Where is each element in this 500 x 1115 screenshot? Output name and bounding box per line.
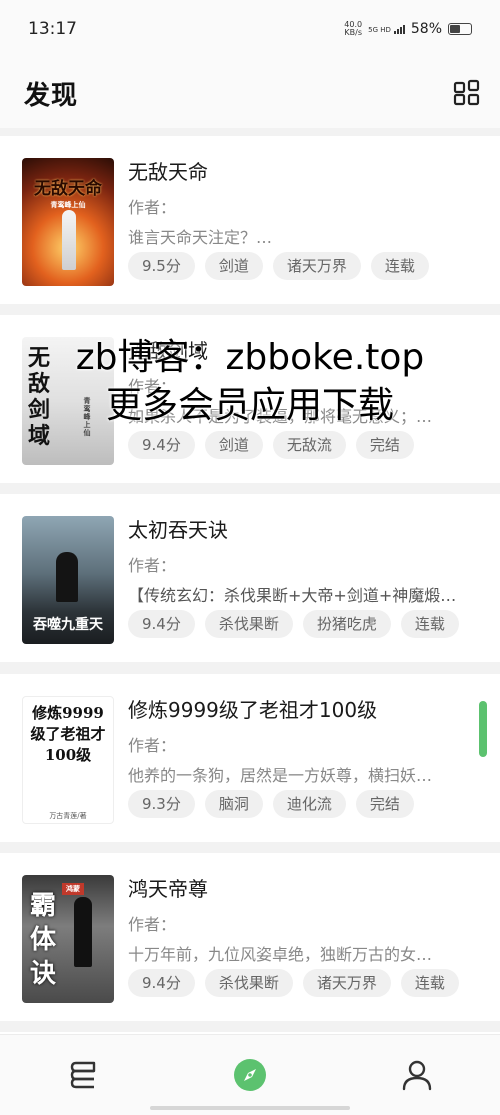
- book-description: 谁言天命天注定？…: [128, 228, 273, 247]
- book-title: 修炼9999级了老祖才100级: [128, 698, 378, 722]
- layout-toggle-button[interactable]: [452, 78, 482, 108]
- status-tag: 完结: [355, 431, 414, 459]
- status-tag: 完结: [355, 790, 414, 818]
- tag-list: 9.4分 剑道 无敌流 完结: [128, 431, 414, 459]
- book-description: 十万年前，九位风姿卓绝，独断万古的女…: [128, 945, 433, 964]
- book-card[interactable]: 无敌天命 青鸾峰上仙 无敌天命 作者： 谁言天命天注定？… 9.5分 剑道 诸天…: [0, 136, 500, 304]
- tag-list: 9.4分 杀伐果断 诸天万界 连载: [128, 969, 459, 997]
- book-author: 作者：: [128, 736, 177, 755]
- network-speed-unit: KB/s: [344, 28, 362, 37]
- home-indicator[interactable]: [150, 1106, 350, 1110]
- bookshelf-icon: [70, 1061, 96, 1089]
- genre-tag: 诸天万界: [302, 969, 391, 997]
- genre-tag: 杀伐果断: [204, 610, 293, 638]
- book-card[interactable]: 霸体诀 鸿蒙 鸿天帝尊 作者： 十万年前，九位风姿卓绝，独断万古的女… 9.4分…: [0, 853, 500, 1021]
- cover-title: 无敌天命: [34, 179, 102, 199]
- book-description: 他养的一条狗，居然是一方妖尊，横扫妖…: [128, 766, 433, 785]
- status-time: 13:17: [28, 19, 77, 39]
- network-speed: 40.0 KB/s: [344, 21, 362, 37]
- nav-profile[interactable]: [397, 1055, 437, 1095]
- book-cover[interactable]: 无敌剑域 青鸾峰上仙: [22, 337, 114, 465]
- genre-tag: 无敌流: [272, 431, 346, 459]
- genre-tag: 扮猪吃虎: [302, 610, 391, 638]
- bottom-nav: [0, 1034, 500, 1115]
- cover-title: 修炼9999级了老祖才100级: [30, 704, 106, 764]
- book-title: 无敌剑域: [128, 339, 208, 363]
- scrollbar-thumb[interactable]: [479, 701, 487, 757]
- cover-subtitle: 青鸾峰上仙: [83, 396, 91, 437]
- nav-bookshelf[interactable]: [63, 1055, 103, 1095]
- status-bar: 13:17 40.0 KB/s 5G HD 58%: [0, 0, 500, 58]
- genre-tag: 剑道: [204, 431, 263, 459]
- compass-icon: [234, 1059, 266, 1091]
- book-card[interactable]: 修炼9999级了老祖才100级 万古青莲/著 修炼9999级了老祖才100级 作…: [0, 674, 500, 842]
- battery-percent: 58%: [410, 21, 442, 37]
- book-description: 【传统玄幻：杀伐果断+大帝+剑道+神魔煅…: [128, 586, 457, 605]
- book-title: 鸿天帝尊: [128, 877, 208, 901]
- status-tag: 连载: [370, 252, 429, 280]
- genre-tag: 迪化流: [272, 790, 346, 818]
- status-tag: 连载: [400, 969, 459, 997]
- signal-icon: 5G HD: [368, 24, 405, 34]
- cover-subtitle: 鸿蒙: [62, 883, 84, 895]
- book-card[interactable]: 吞噬九重天 太初吞天诀 作者： 【传统玄幻：杀伐果断+大帝+剑道+神魔煅… 9.…: [0, 494, 500, 662]
- cover-subtitle: 万古青莲/著: [49, 812, 87, 820]
- book-author: 作者：: [128, 377, 177, 396]
- book-description: 如果杀人不是为了装逼，那将毫无意义；…: [128, 407, 433, 426]
- tag-list: 9.3分 脑洞 迪化流 完结: [128, 790, 414, 818]
- book-author: 作者：: [128, 556, 177, 575]
- rating-tag: 9.4分: [128, 610, 195, 638]
- tag-list: 9.4分 杀伐果断 扮猪吃虎 连载: [128, 610, 459, 638]
- book-author: 作者：: [128, 198, 177, 217]
- page-header: 发现: [0, 58, 500, 128]
- book-cover[interactable]: 无敌天命 青鸾峰上仙: [22, 158, 114, 286]
- status-indicators: 40.0 KB/s 5G HD 58%: [344, 21, 472, 37]
- book-cover[interactable]: 霸体诀 鸿蒙: [22, 875, 114, 1003]
- genre-tag: 杀伐果断: [204, 969, 293, 997]
- tag-list: 9.5分 剑道 诸天万界 连载: [128, 252, 429, 280]
- book-cover[interactable]: 吞噬九重天: [22, 516, 114, 644]
- grid-layout-icon: [453, 79, 480, 106]
- status-tag: 连载: [400, 610, 459, 638]
- battery-icon: [448, 23, 472, 35]
- genre-tag: 诸天万界: [272, 252, 361, 280]
- rating-tag: 9.4分: [128, 969, 195, 997]
- book-author: 作者：: [128, 915, 177, 934]
- cover-title: 吞噬九重天: [33, 617, 103, 633]
- book-title: 太初吞天诀: [128, 518, 228, 542]
- user-icon: [402, 1060, 432, 1091]
- network-type: 5G HD: [368, 25, 391, 34]
- rating-tag: 9.4分: [128, 431, 195, 459]
- genre-tag: 脑洞: [204, 790, 263, 818]
- book-title: 无敌天命: [128, 160, 208, 184]
- cover-subtitle: 青鸾峰上仙: [50, 200, 86, 209]
- rating-tag: 9.5分: [128, 252, 195, 280]
- book-card[interactable]: 无敌剑域 青鸾峰上仙 无敌剑域 作者： 如果杀人不是为了装逼，那将毫无意义；… …: [0, 315, 500, 483]
- nav-discover[interactable]: [230, 1055, 270, 1095]
- genre-tag: 剑道: [204, 252, 263, 280]
- cover-title: 无敌剑域: [28, 345, 51, 449]
- rating-tag: 9.3分: [128, 790, 195, 818]
- page-title: 发现: [24, 80, 79, 111]
- book-cover[interactable]: 修炼9999级了老祖才100级 万古青莲/著: [22, 696, 114, 824]
- cover-title: 霸体诀: [29, 891, 56, 989]
